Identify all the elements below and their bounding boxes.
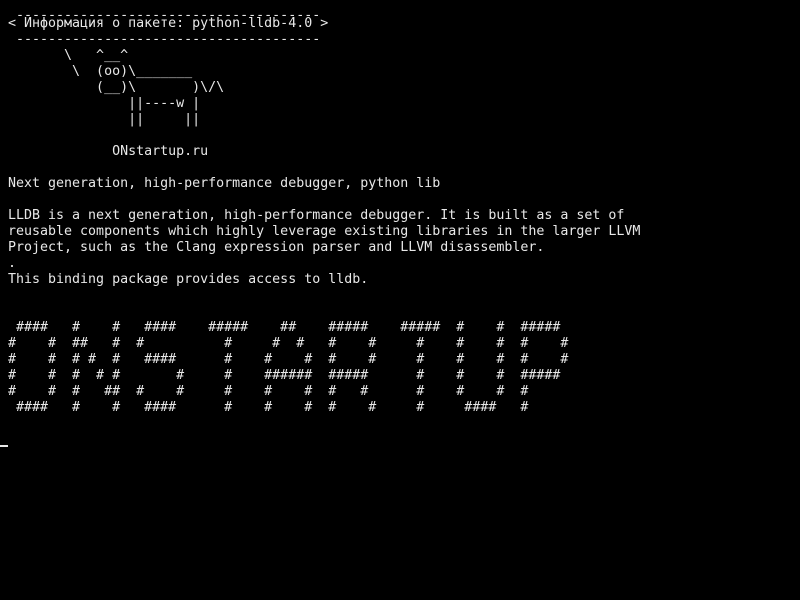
package-banner-title: < Информация о пакете: python-lldb-4.0 > xyxy=(8,16,329,31)
ascii-banner-line: # # # # # # # ###### ##### # # # ##### xyxy=(8,368,561,383)
ascii-cow-line: ||----w | xyxy=(8,96,201,111)
ascii-cow-line: \ ^__^ xyxy=(8,48,129,63)
ascii-banner-line: #### # # #### # # # # # # #### # xyxy=(8,400,529,415)
ascii-banner-line: # # ## # # # # # # # # # # # # xyxy=(8,336,569,351)
ascii-banner-line: # # # # # #### # # # # # # # # # # xyxy=(8,352,569,367)
site-name: ONstartup.ru xyxy=(8,144,209,159)
ascii-banner-line: # # # ## # # # # # # # # # # # xyxy=(8,384,529,399)
ascii-cow-line: \ (oo)\_______ xyxy=(8,64,193,79)
package-description-line: This binding package provides access to … xyxy=(8,272,369,287)
package-description-line: . xyxy=(8,256,17,271)
terminal-screen[interactable]: -------------------------------------- <… xyxy=(0,0,800,600)
ascii-cow-line: || || xyxy=(8,112,201,127)
package-banner-border-bottom: -------------------------------------- xyxy=(8,32,329,47)
ascii-cow-line: (__)\ )\/\ xyxy=(8,80,225,95)
ascii-banner-line: #### # # #### ##### ## ##### ##### # # #… xyxy=(8,320,561,335)
package-description-line: Project, such as the Clang expression pa… xyxy=(8,240,545,255)
package-summary: Next generation, high-performance debugg… xyxy=(8,176,441,191)
text-cursor xyxy=(0,445,8,447)
package-description-line: reusable components which highly leverag… xyxy=(8,224,641,239)
package-description-line: LLDB is a next generation, high-performa… xyxy=(8,208,625,223)
